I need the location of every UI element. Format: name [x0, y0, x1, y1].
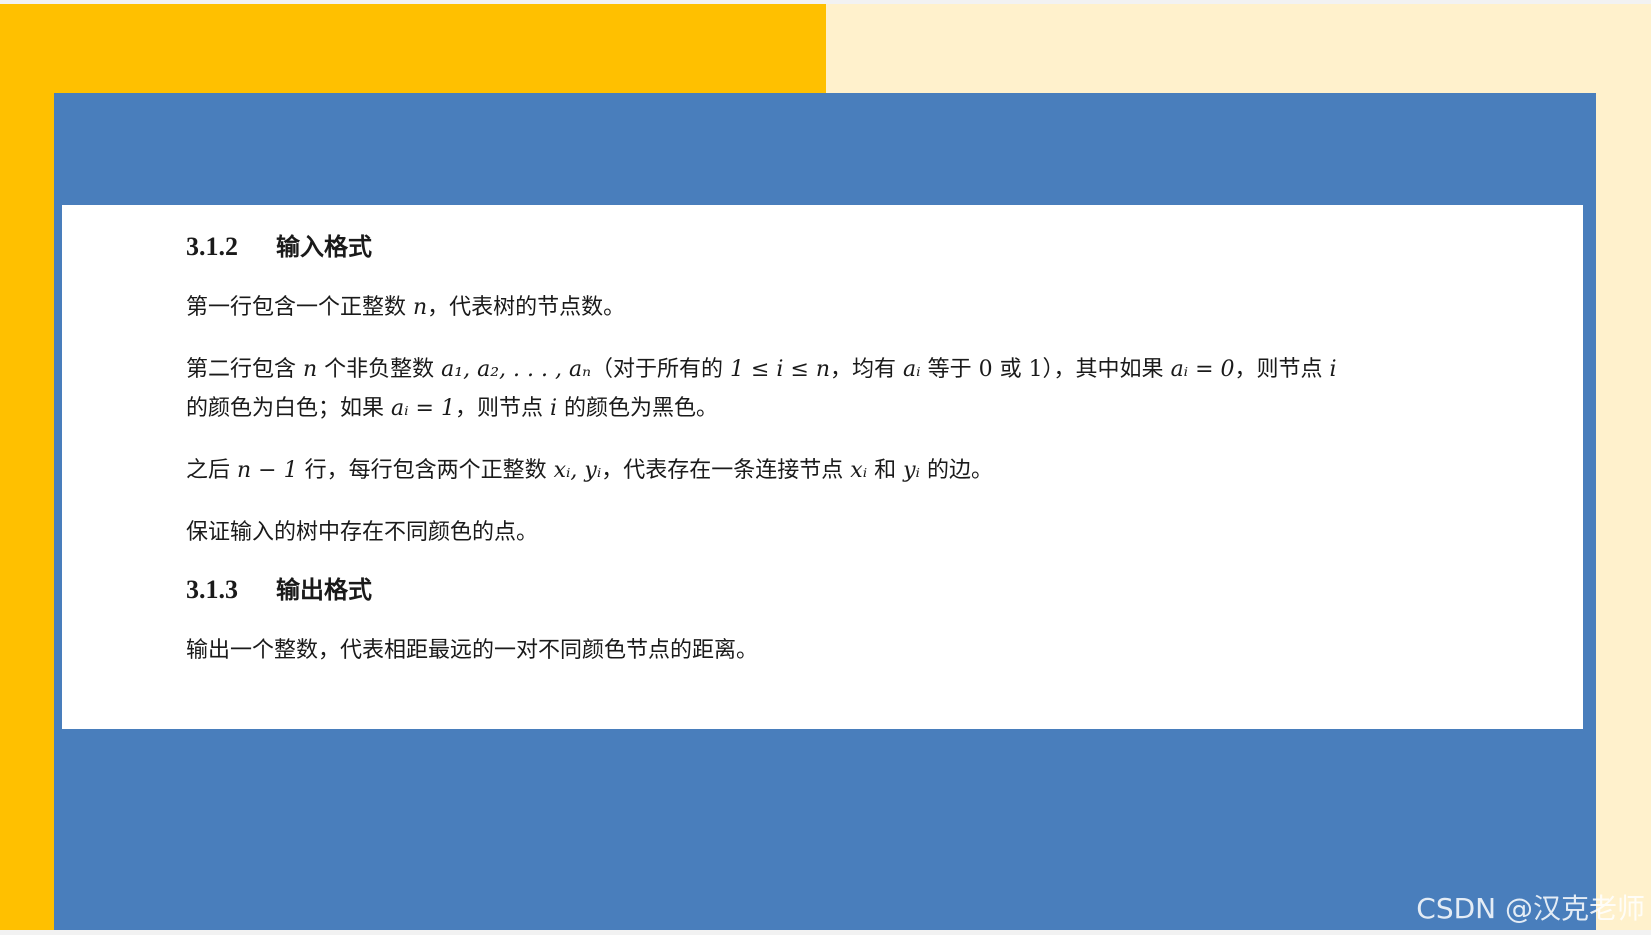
- document-card: 3.1.2 输入格式 第一行包含一个正整数 n，代表树的节点数。 第二行包含 n…: [62, 205, 1583, 729]
- text-segment: 等于 0 或 1），其中如果: [920, 357, 1171, 382]
- text-segment: 第一行包含一个正整数: [186, 295, 413, 320]
- text-segment: 的颜色为白色；如果: [186, 396, 391, 421]
- text-segment: ，均有: [830, 357, 904, 382]
- math-yi: yᵢ: [903, 458, 920, 483]
- section-title: 输出格式: [276, 575, 372, 604]
- math-xy: xᵢ, yᵢ: [553, 458, 602, 483]
- paragraph-output: 输出一个整数，代表相距最远的一对不同颜色节点的距离。: [186, 638, 759, 663]
- text-segment: 的颜色为黑色。: [557, 396, 719, 421]
- math-n-minus-1: n − 1: [237, 458, 298, 483]
- math-n: n: [413, 295, 428, 320]
- csdn-watermark: CSDN @汉克老师: [1416, 892, 1645, 925]
- text-segment: 的边。: [919, 458, 993, 483]
- text-segment: ，则节点: [1234, 357, 1330, 382]
- math-ai-one: aᵢ = 1: [391, 396, 455, 421]
- text-segment: ，代表树的节点数。: [427, 295, 626, 320]
- math-ai: aᵢ: [903, 357, 921, 382]
- text-segment: 行，每行包含两个正整数: [297, 458, 554, 483]
- paragraph-edges: 之后 n − 1 行，每行包含两个正整数 xᵢ, yᵢ，代表存在一条连接节点 x…: [186, 451, 1546, 490]
- math-i: i: [549, 396, 558, 421]
- section-number: 3.1.2: [186, 232, 238, 261]
- math-xi: xᵢ: [850, 458, 868, 483]
- math-i: i: [1329, 357, 1337, 382]
- paragraph-node-colors: 第二行包含 n 个非负整数 a₁, a₂, . . . , aₙ（对于所有的 1…: [186, 350, 1546, 428]
- section-title: 输入格式: [276, 232, 372, 261]
- math-n: n: [303, 357, 318, 382]
- math-condition: 1 ≤ i ≤ n: [730, 357, 831, 382]
- text-segment: 和: [867, 458, 904, 483]
- text-segment: ，则节点: [454, 396, 550, 421]
- section-number: 3.1.3: [186, 575, 238, 604]
- paragraph-guarantee: 保证输入的树中存在不同颜色的点。: [186, 520, 539, 545]
- section-heading-input-format: 3.1.2 输入格式: [186, 233, 1546, 261]
- math-ai-zero: aᵢ = 0: [1170, 357, 1235, 382]
- text-segment: ，代表存在一条连接节点: [601, 458, 851, 483]
- math-sequence: a₁, a₂, . . . , aₙ: [441, 357, 591, 382]
- text-segment: 个非负整数: [317, 357, 442, 382]
- text-segment: 之后: [186, 458, 237, 483]
- paragraph-node-count: 第一行包含一个正整数 n，代表树的节点数。: [186, 288, 1546, 327]
- document-content: 3.1.2 输入格式 第一行包含一个正整数 n，代表树的节点数。 第二行包含 n…: [186, 233, 1546, 670]
- text-segment: 第二行包含: [186, 357, 303, 382]
- text-segment: （对于所有的: [591, 357, 730, 382]
- section-heading-output-format: 3.1.3 输出格式: [186, 576, 1546, 604]
